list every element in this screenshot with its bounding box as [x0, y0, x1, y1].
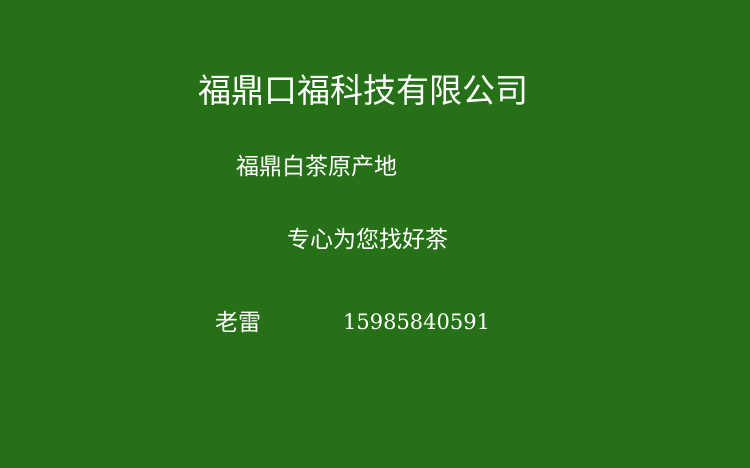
- company-name: 福鼎口福科技有限公司: [198, 71, 528, 110]
- business-card: 福鼎口福科技有限公司 福鼎白茶原产地 专心为您找好茶 老雷 1598584059…: [0, 0, 750, 468]
- slogan-text: 专心为您找好茶: [287, 227, 448, 253]
- origin-text: 福鼎白茶原产地: [236, 154, 397, 180]
- contact-name: 老雷: [215, 310, 261, 336]
- contact-phone: 15985840591: [343, 310, 490, 334]
